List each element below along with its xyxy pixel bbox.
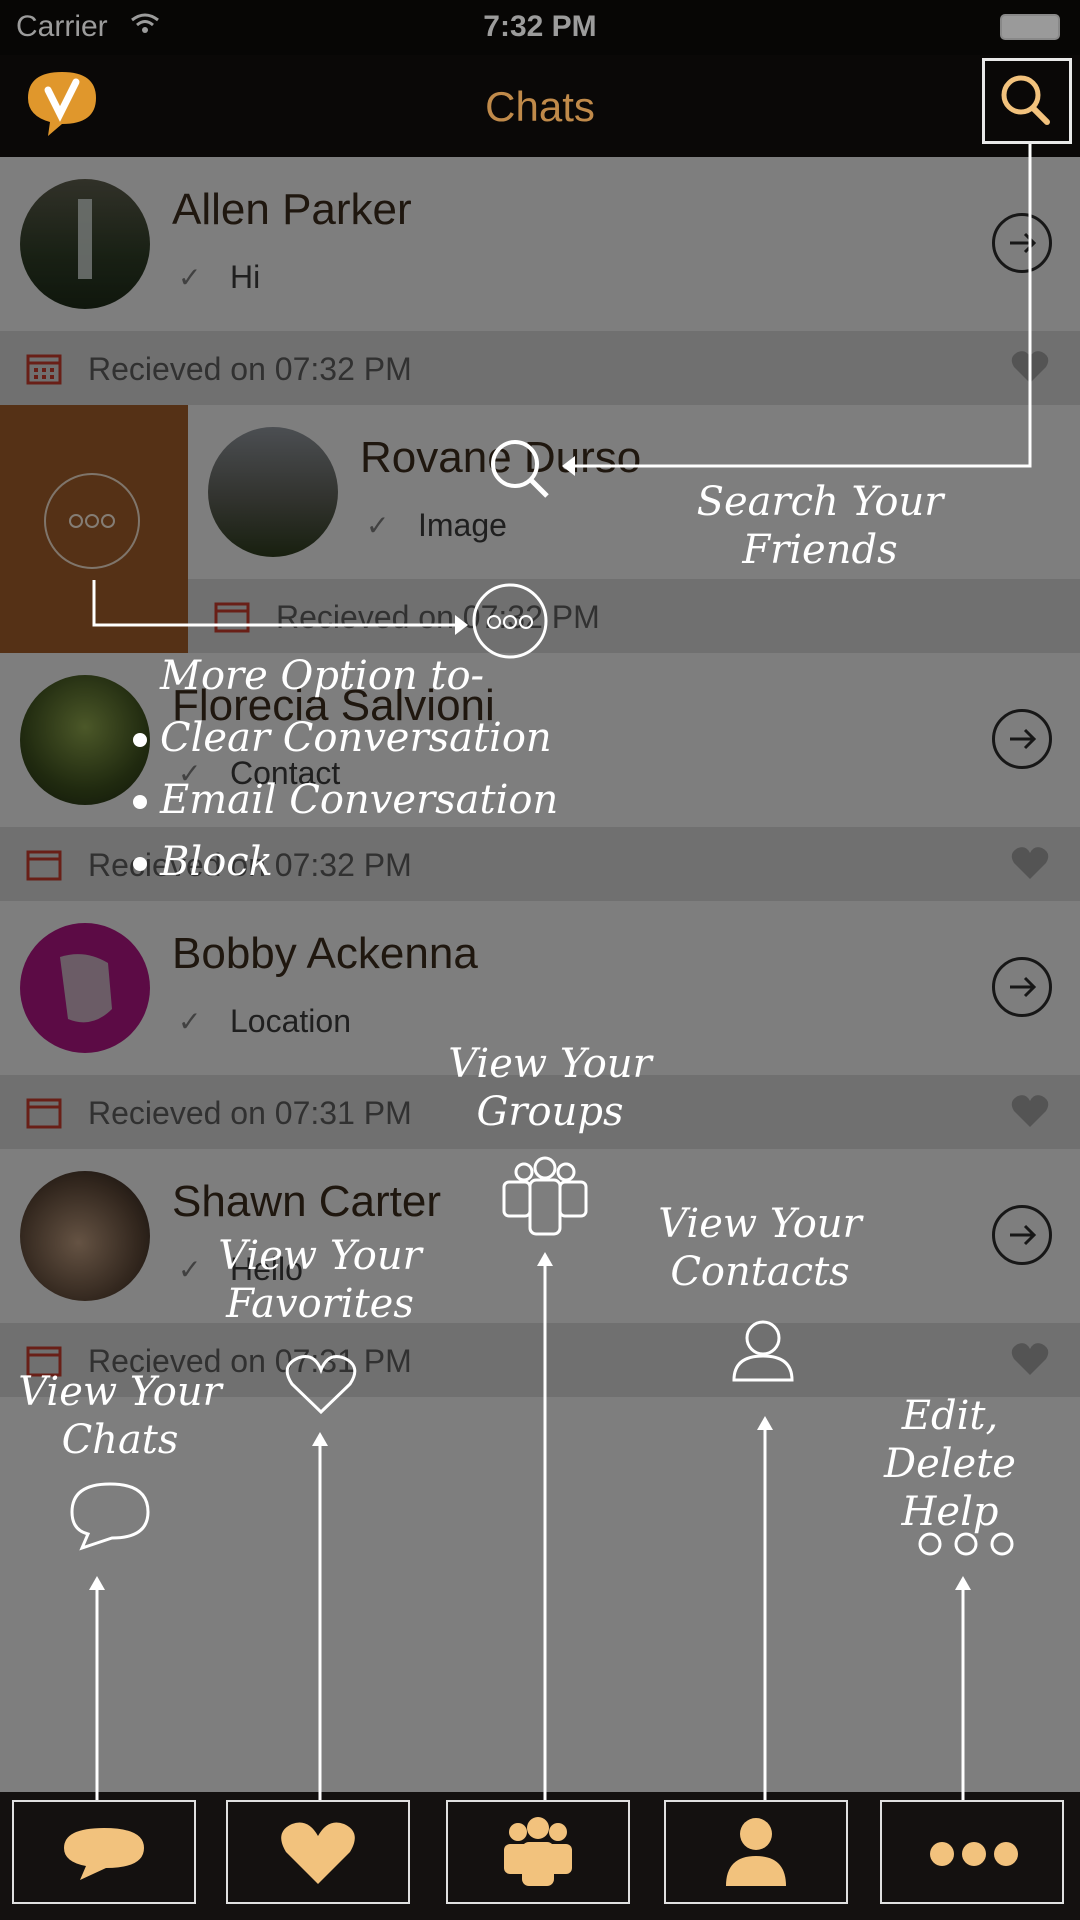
annotation-more-item: Email Conversation bbox=[160, 777, 559, 823]
annotation-more-item: Block bbox=[160, 839, 273, 885]
annotation-groups: View Your Groups bbox=[448, 1041, 652, 1135]
annotation-chats: View Your Chats bbox=[18, 1369, 222, 1463]
annotation-lines bbox=[70, 144, 1032, 1800]
person-outline-icon bbox=[732, 1320, 794, 1382]
annotation-favorites: View Your Favorites bbox=[218, 1233, 422, 1327]
chat-outline-icon bbox=[70, 1482, 150, 1551]
more-outline-icon bbox=[918, 1532, 1014, 1556]
annotation-more-title: More Option to- bbox=[160, 653, 485, 699]
group-outline-icon bbox=[502, 1156, 588, 1236]
annotation-edit: Edit, Delete Help bbox=[884, 1393, 1016, 1535]
ellipsis-outline-icon bbox=[472, 583, 548, 659]
heart-outline-icon bbox=[285, 1355, 357, 1415]
search-outline-icon bbox=[491, 440, 549, 498]
annotation-more-item: Clear Conversation bbox=[160, 715, 552, 761]
annotation-search: Search Your Friends bbox=[696, 479, 944, 573]
annotation-contacts: View Your Contacts bbox=[658, 1201, 862, 1295]
